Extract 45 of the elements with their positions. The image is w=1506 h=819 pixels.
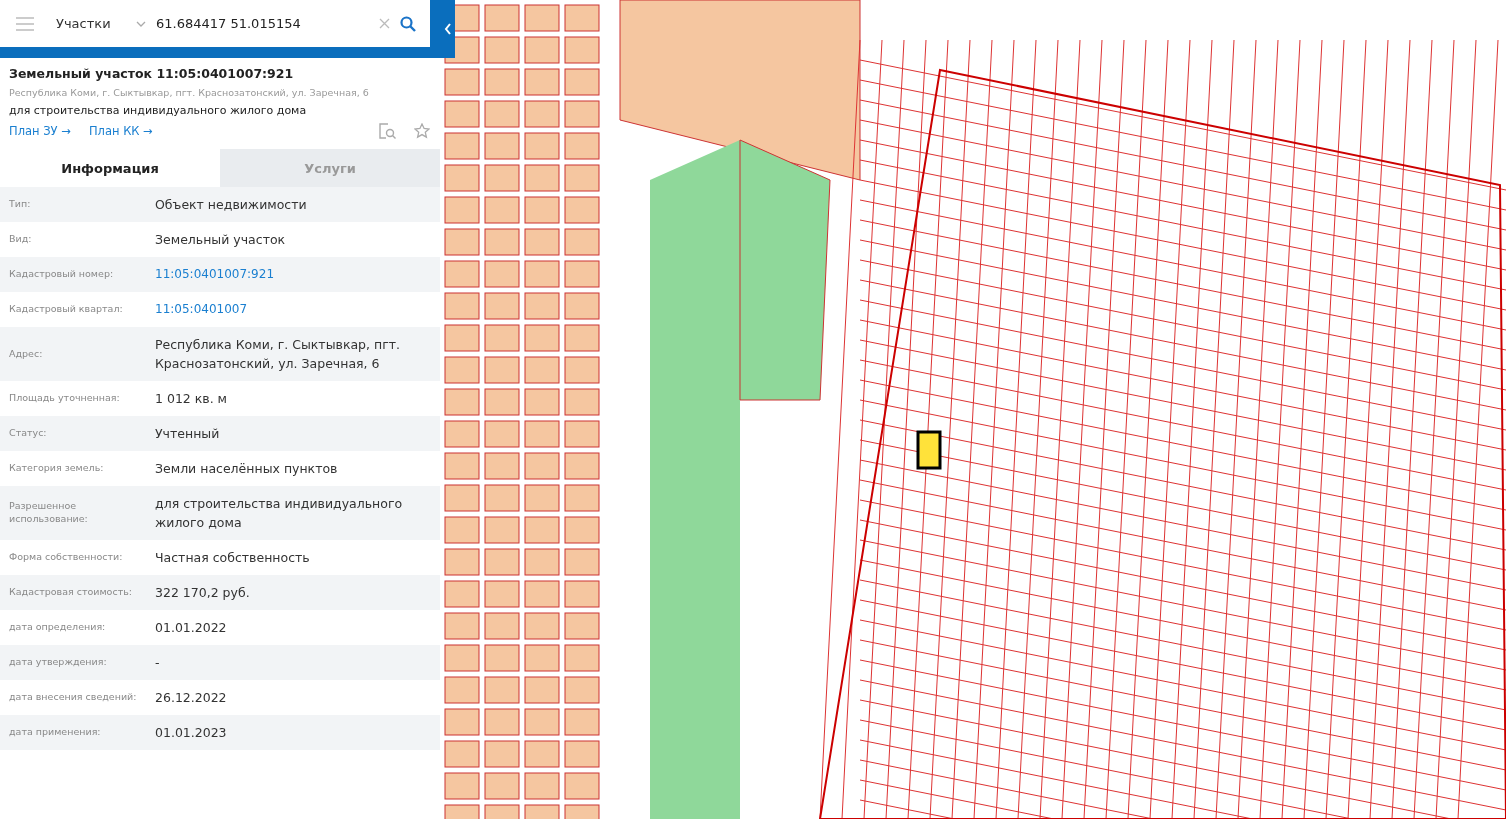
field-label: Вид: (9, 233, 33, 246)
field-value: для строительства индивидуального жилого дома (155, 494, 404, 532)
field-value: Земельный участок (155, 230, 286, 249)
field-label: дата утверждения: (9, 656, 108, 669)
plan-link[interactable]: План ЗУ → (9, 124, 71, 138)
field-value: Республика Коми, г. Сыктывкар, пгт. Краснозатонский, ул. Заречная, 6 (155, 335, 401, 373)
field-label: Адрес: (9, 347, 44, 361)
field-label: дата применения: (9, 726, 102, 739)
tab[interactable]: Услуги (220, 149, 440, 187)
field-value: 322 170,2 руб. (155, 583, 250, 602)
field-label: Площадь уточненная: (9, 392, 121, 405)
field-label: Кадастровая стоимость: (9, 586, 133, 599)
star-icon[interactable] (414, 123, 430, 139)
field-label: Тип: (9, 198, 32, 211)
menu-icon[interactable] (16, 16, 34, 31)
chevron-down-icon[interactable] (136, 20, 146, 27)
field-value: - (155, 653, 160, 672)
field-value: Объект недвижимости (155, 195, 307, 214)
field-label: дата определения: (9, 621, 107, 634)
object-purpose: для строительства индивидуального жилого дома (9, 104, 308, 117)
field-value: 01.01.2022 (155, 618, 227, 637)
document-search-icon[interactable] (379, 123, 396, 139)
field-value: 26.12.2022 (155, 688, 227, 707)
field-value: Учтенный (155, 424, 220, 443)
field-label: Форма собственности: (9, 551, 124, 564)
object-address: Республика Коми, г. Сыктывкар, пгт. Краснозатонский, ул. Заречная, 6 (9, 87, 370, 98)
search-icon[interactable] (400, 15, 416, 32)
chevron-left-icon (443, 23, 452, 35)
object-title: Земельный участок 11:05:0401007:921 (9, 66, 295, 81)
field-label: Кадастровый квартал: (9, 303, 124, 316)
field-value: Частная собственность (155, 548, 310, 567)
collapse-panel-button[interactable] (440, 0, 455, 58)
field-value: 01.01.2023 (155, 723, 227, 742)
field-value: 1 012 кв. м (155, 389, 228, 408)
field-label: Разрешенное использование: (9, 500, 89, 526)
field-label: дата внесения сведений: (9, 691, 138, 704)
cadastral-link[interactable]: 11:05:0401007 (155, 300, 248, 319)
field-label: Статус: (9, 427, 48, 440)
field-label: Кадастровый номер: (9, 268, 115, 281)
field-value: Земли населённых пунктов (155, 459, 338, 478)
clear-icon[interactable] (379, 18, 390, 29)
field-label: Категория земель: (9, 462, 105, 475)
plan-link[interactable]: План КК → (88, 124, 153, 138)
layer-select[interactable]: Участки (56, 16, 126, 31)
cadastral-link[interactable]: 11:05:0401007:921 (155, 265, 274, 284)
